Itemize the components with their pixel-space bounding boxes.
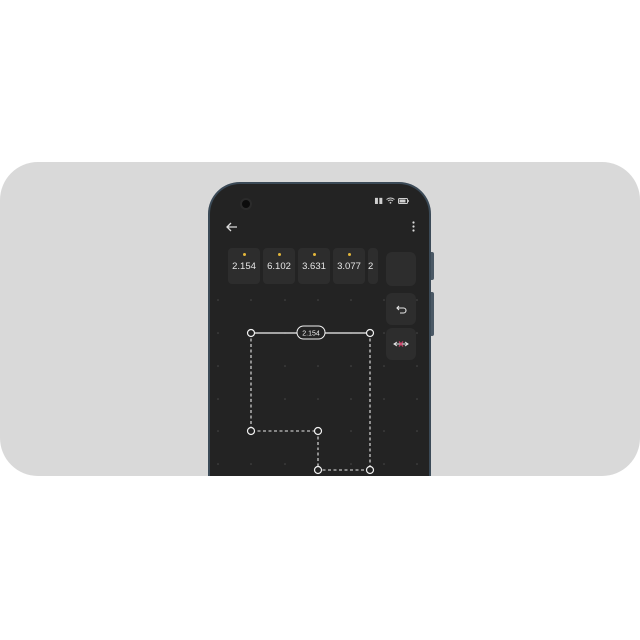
dashed-edge (250, 333, 319, 450)
grid-dot (350, 299, 352, 301)
grid-dot (416, 463, 418, 465)
graph-node[interactable] (313, 465, 323, 475)
grid-dot (217, 332, 219, 334)
phone-frame: ▮▮ 2.154 6.102 3.631 3.077 2 2.154 (208, 182, 431, 476)
grid-dot (416, 299, 418, 301)
grid-dot (383, 365, 385, 367)
grid-dot (284, 398, 286, 400)
grid-dot (350, 398, 352, 400)
grid-dot (383, 398, 385, 400)
grid-dot (250, 299, 252, 301)
grid-dot (383, 332, 385, 334)
grid-dot (350, 430, 352, 432)
grid-dot (217, 463, 219, 465)
grid-dot (383, 430, 385, 432)
graph-node[interactable] (246, 426, 256, 436)
grid-dot (217, 299, 219, 301)
graph-node[interactable] (365, 465, 375, 475)
grid-dot (284, 463, 286, 465)
grid-dot (250, 463, 252, 465)
grid-dot (350, 463, 352, 465)
grid-dot (317, 365, 319, 367)
volume-button (431, 292, 434, 336)
grid-dot (317, 299, 319, 301)
grid-dot (416, 332, 418, 334)
phone-screen: ▮▮ 2.154 6.102 3.631 3.077 2 2.154 (210, 184, 429, 476)
dashed-edge (317, 333, 371, 471)
grid-dot (416, 398, 418, 400)
grid-dot (317, 398, 319, 400)
grid-dot (217, 430, 219, 432)
grid-dot (350, 365, 352, 367)
power-button (431, 252, 434, 280)
graph-node[interactable] (246, 328, 256, 338)
grid-dot (416, 430, 418, 432)
grid-dot (383, 299, 385, 301)
edge-label: 2.154 (302, 331, 320, 338)
graph-node[interactable] (365, 328, 375, 338)
grid-dot (284, 365, 286, 367)
grid-dot (217, 365, 219, 367)
showcase-card: ▮▮ 2.154 6.102 3.631 3.077 2 2.154 (0, 162, 640, 476)
grid-dot (416, 365, 418, 367)
graph-board[interactable]: 2.154 (210, 184, 429, 476)
grid-dot (383, 463, 385, 465)
graph-node[interactable] (313, 426, 323, 436)
grid-dot (284, 299, 286, 301)
grid-dot (217, 398, 219, 400)
